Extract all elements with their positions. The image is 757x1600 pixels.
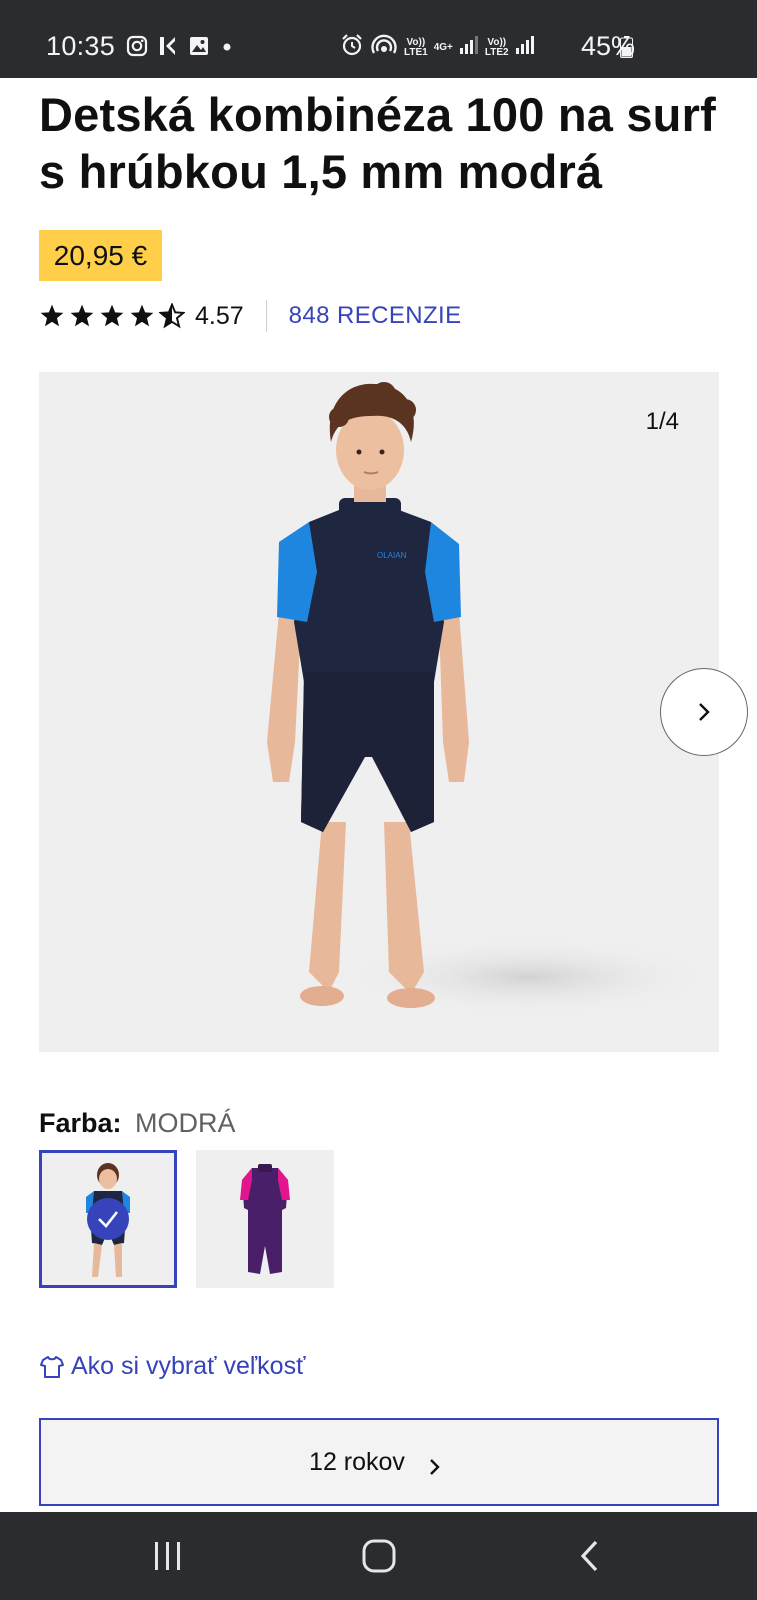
rating-divider	[265, 300, 267, 332]
product-gallery[interactable]: OLAIAN 1/4	[39, 372, 719, 1052]
back-icon	[580, 1540, 598, 1572]
alarm-icon	[340, 33, 364, 62]
status-bar: 10:35 Vo)) LTE1 4G+ Vo)) LTE2 45%	[0, 0, 757, 78]
instagram-icon	[126, 35, 148, 62]
system-nav-bar	[0, 1512, 757, 1600]
status-left-icons	[126, 35, 234, 62]
size-guide-link[interactable]: Ako si vybrať veľkosť	[39, 1352, 305, 1381]
color-label: Farba: MODRÁ	[39, 1108, 236, 1139]
rating-row: 4.57 848 RECENZIE	[39, 296, 462, 336]
tshirt-icon	[40, 1355, 64, 1378]
status-time: 10:35	[46, 31, 116, 61]
price-badge: 20,95 €	[39, 230, 162, 281]
volte2-icon: Vo)) LTE2	[484, 36, 509, 58]
gallery-icon	[188, 35, 210, 62]
selected-check-badge	[87, 1198, 129, 1240]
chevron-right-icon	[430, 1459, 440, 1475]
svg-text:OLAIAN: OLAIAN	[377, 551, 407, 560]
color-swatch-blue[interactable]	[39, 1150, 177, 1288]
star-icon	[40, 304, 64, 327]
check-icon	[98, 1211, 119, 1228]
star-icon	[70, 304, 94, 327]
back-button[interactable]	[560, 1534, 620, 1578]
star-half-icon	[159, 303, 185, 329]
star-icon	[130, 304, 154, 327]
signal1-icon	[459, 34, 479, 61]
rating-stars	[39, 303, 185, 329]
size-guide-label: Ako si vybrať veľkosť	[71, 1352, 306, 1380]
home-button[interactable]	[349, 1534, 409, 1578]
volte1-icon: Vo)) LTE1	[404, 36, 428, 58]
status-right-icons: Vo)) LTE1 4G+ Vo)) LTE2	[340, 33, 535, 62]
gallery-next-button[interactable]	[660, 668, 748, 756]
size-select-button[interactable]: 12 rokov	[39, 1418, 719, 1506]
dot-icon	[220, 35, 234, 62]
star-icon	[100, 304, 124, 327]
rating-value: 4.57	[195, 301, 244, 330]
color-swatch-purple[interactable]	[196, 1150, 334, 1288]
swatch-image	[240, 1164, 290, 1274]
reviews-link[interactable]: 848 RECENZIE	[289, 302, 462, 330]
product-image: OLAIAN	[267, 382, 719, 1017]
color-label-text: Farba:	[39, 1108, 122, 1138]
recents-icon	[155, 1542, 180, 1570]
hotspot-icon	[370, 33, 398, 62]
recents-button[interactable]	[138, 1534, 198, 1578]
product-title: Detská kombinéza 100 na surf s hrúbkou 1…	[39, 88, 716, 198]
battery-icon	[620, 36, 633, 58]
k-app-icon	[158, 35, 178, 62]
size-select-value: 12 rokov	[309, 1447, 405, 1476]
signal2-icon	[515, 34, 535, 61]
home-icon	[362, 1539, 396, 1573]
4g-icon: 4G+	[433, 41, 453, 53]
color-value: MODRÁ	[135, 1108, 236, 1138]
gallery-counter: 1/4	[645, 408, 679, 435]
chevron-right-icon	[699, 703, 710, 721]
